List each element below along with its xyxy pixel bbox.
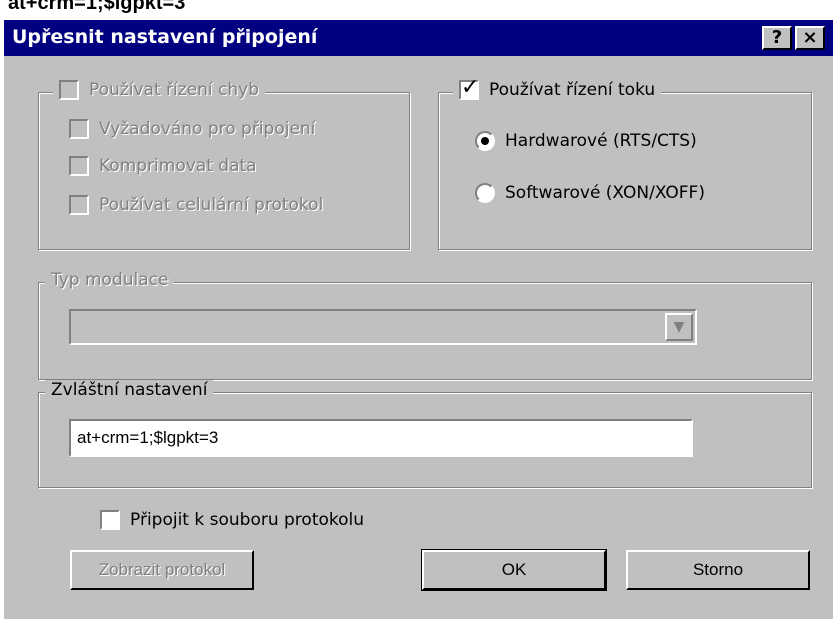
modulation-label: Typ modulace <box>51 270 169 290</box>
software-radio[interactable] <box>475 183 495 203</box>
required-checkbox[interactable] <box>69 119 89 139</box>
cancel-button[interactable]: Storno <box>626 550 810 590</box>
modulation-select[interactable]: ▼ <box>69 309 697 345</box>
error-control-label: Používat řízení chyb <box>89 80 259 100</box>
hardware-label: Hardwarové (RTS/CTS) <box>505 131 697 151</box>
flow-control-checkbox[interactable]: ✓ <box>459 76 479 100</box>
software-label: Softwarové (XON/XOFF) <box>505 183 705 203</box>
close-button[interactable]: × <box>795 26 825 50</box>
hardware-radio[interactable] <box>475 131 495 151</box>
advanced-connection-dialog: Upřesnit nastavení připojení ? × Používa… <box>2 18 833 619</box>
check-icon: ✓ <box>461 75 480 100</box>
flow-control-group: ✓ Používat řízení toku Hardwarové (RTS/C… <box>438 76 812 250</box>
help-button[interactable]: ? <box>762 26 792 50</box>
title-bar: Upřesnit nastavení připojení ? × <box>4 20 833 56</box>
cellular-checkbox[interactable] <box>69 195 89 215</box>
error-control-checkbox[interactable] <box>59 80 79 100</box>
top-text: at+crm=1;$lgpkt=3 <box>8 0 186 14</box>
compress-checkbox[interactable] <box>69 156 89 176</box>
append-log-checkbox[interactable] <box>100 510 120 530</box>
append-log-label: Připojit k souboru protokolu <box>130 510 365 530</box>
flow-control-label: Používat řízení toku <box>489 80 656 100</box>
required-label: Vyžadováno pro připojení <box>99 119 316 139</box>
extra-settings-group: Zvláštní nastavení at+crm=1;$lgpkt=3 <box>38 380 812 488</box>
view-log-button[interactable]: Zobrazit protokol <box>70 550 254 590</box>
modulation-group: Typ modulace ▼ <box>38 270 812 380</box>
dialog-title: Upřesnit nastavení připojení <box>12 26 318 48</box>
ok-button[interactable]: OK <box>421 549 607 591</box>
cellular-label: Používat celulární protokol <box>99 195 324 215</box>
error-control-group: Používat řízení chyb Vyžadováno pro přip… <box>38 80 410 250</box>
compress-label: Komprimovat data <box>99 156 257 176</box>
extra-settings-input[interactable]: at+crm=1;$lgpkt=3 <box>69 419 693 457</box>
extra-settings-label: Zvláštní nastavení <box>51 380 208 400</box>
chevron-down-icon[interactable]: ▼ <box>665 313 693 341</box>
